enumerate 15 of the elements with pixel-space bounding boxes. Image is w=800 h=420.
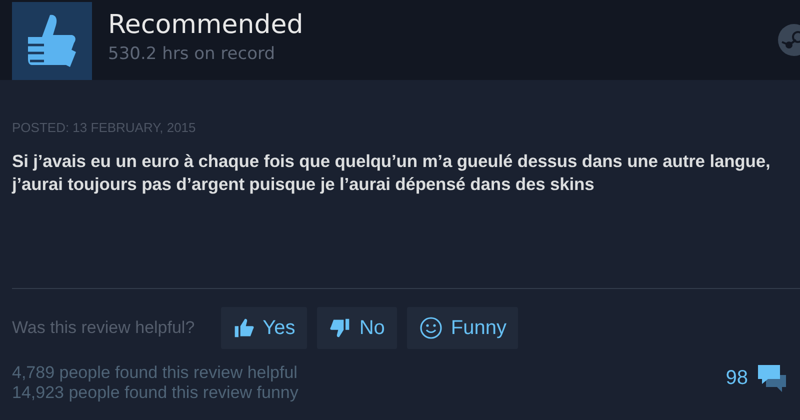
helpful-question: Was this review helpful?: [12, 316, 195, 339]
thumbs-down-icon: [329, 316, 352, 338]
yes-button[interactable]: Yes: [220, 306, 308, 348]
no-button[interactable]: No: [317, 306, 397, 348]
comment-count: 98: [726, 366, 748, 390]
smiley-icon: [418, 316, 443, 340]
funny-button[interactable]: Funny: [406, 306, 518, 348]
vote-count-text: 4,789 people found this review helpful: [12, 362, 298, 383]
review-verdict: Recommended: [108, 12, 304, 38]
review-text: Si j’avais eu un euro à chaque fois que quelqu’un m’a gueulé dessus dans une autre langue, j’aurai toujours pas d’argent puisque je l’aurai dépensé dans des skins: [10, 150, 772, 196]
comment-icon[interactable]: [756, 362, 788, 392]
vote-count-text: 14,923 people found this review funny: [12, 382, 298, 404]
hours-on-record: 530.2 hrs on record: [108, 43, 276, 66]
recommended-thumb-icon: [12, 2, 92, 80]
thumbs-up-icon: [232, 316, 255, 338]
